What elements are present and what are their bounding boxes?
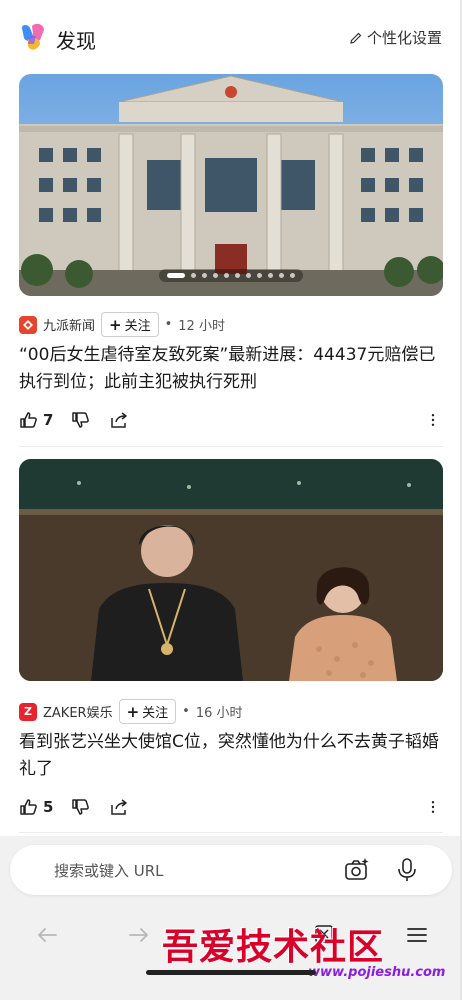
- news-meta-row: 九派新闻 + 关注 • 12 小时: [19, 312, 225, 337]
- search-input[interactable]: 搜索或键入 URL: [54, 860, 164, 881]
- jiupai-news-icon: [19, 315, 37, 334]
- divider: [19, 832, 443, 833]
- visual-search-camera-icon[interactable]: [344, 857, 370, 883]
- share-button[interactable]: [109, 410, 129, 430]
- news-image-courthouse[interactable]: [19, 74, 443, 296]
- news-source[interactable]: ZAKER娱乐: [43, 702, 113, 721]
- follow-label: 关注: [124, 319, 151, 334]
- carousel-dot[interactable]: [191, 273, 196, 278]
- settings-label: 个性化设置: [366, 29, 442, 47]
- page-title: 发现: [56, 29, 96, 53]
- watermark-url: www.pojieshu.com: [308, 965, 446, 980]
- dislike-button[interactable]: [71, 797, 91, 817]
- microphone-icon[interactable]: [395, 857, 419, 883]
- pencil-icon: [350, 32, 362, 44]
- carousel-dot[interactable]: [167, 273, 185, 278]
- zaker-icon: Z: [19, 702, 37, 721]
- forward-arrow-icon[interactable]: [126, 922, 152, 948]
- event-photo: [19, 459, 443, 681]
- follow-button[interactable]: + 关注: [118, 699, 177, 724]
- carousel-indicator: [19, 269, 443, 282]
- header: 发现 个性化设置: [0, 0, 462, 74]
- news-headline[interactable]: 看到张艺兴坐大使馆C位，突然懂他为什么不去黄子韬婚礼了: [19, 729, 445, 783]
- carousel-dot[interactable]: [202, 273, 207, 278]
- thumbs-down-icon: [72, 799, 90, 815]
- news-image-event[interactable]: [19, 459, 443, 681]
- address-bar[interactable]: 搜索或键入 URL: [10, 845, 452, 895]
- thumbs-up-icon: [20, 412, 37, 428]
- dislike-button[interactable]: [71, 410, 91, 430]
- share-icon: [111, 799, 128, 815]
- thumbs-up-icon: [20, 799, 37, 815]
- personalize-settings-button[interactable]: 个性化设置: [349, 27, 442, 48]
- like-button[interactable]: 7: [19, 410, 53, 430]
- news-time: 12 小时: [178, 319, 225, 334]
- more-vertical-icon: [431, 414, 435, 426]
- divider: [19, 446, 443, 447]
- follow-label: 关注: [142, 706, 169, 721]
- follow-button[interactable]: + 关注: [101, 312, 159, 337]
- carousel-dot[interactable]: [246, 273, 251, 278]
- carousel-dot[interactable]: [257, 273, 262, 278]
- share-icon: [111, 412, 128, 428]
- plus-icon: +: [126, 702, 140, 721]
- copilot-logo-icon: [22, 23, 44, 50]
- home-indicator[interactable]: [146, 970, 316, 975]
- like-count: 7: [43, 411, 54, 429]
- share-button[interactable]: [109, 797, 129, 817]
- news-time: 16 小时: [195, 706, 243, 721]
- news-actions: 5: [19, 793, 443, 821]
- more-options-button[interactable]: [425, 410, 441, 430]
- back-arrow-icon[interactable]: [34, 922, 60, 948]
- meta-separator: •: [182, 704, 190, 719]
- news-meta-row: Z ZAKER娱乐 + 关注 • 16 小时: [19, 699, 243, 724]
- like-count: 5: [43, 798, 54, 816]
- news-source[interactable]: 九派新闻: [43, 315, 95, 334]
- thumbs-down-icon: [72, 412, 90, 428]
- news-headline[interactable]: “00后女生虐待室友致死案”最新进展：44437元赔偿已执行到位；此前主犯被执行…: [19, 342, 445, 396]
- carousel-dot[interactable]: [235, 273, 240, 278]
- news-actions: 7: [19, 406, 443, 434]
- more-options-button[interactable]: [425, 797, 441, 817]
- carousel-dot[interactable]: [213, 273, 218, 278]
- site-watermark: 吾爱技术社区 www.pojieshu.com: [160, 918, 460, 988]
- carousel-dot[interactable]: [268, 273, 273, 278]
- carousel-dot[interactable]: [290, 273, 295, 278]
- watermark-title: 吾爱技术社区: [162, 926, 385, 968]
- carousel-dot[interactable]: [279, 273, 284, 278]
- more-vertical-icon: [431, 801, 435, 813]
- carousel-dot[interactable]: [224, 273, 229, 278]
- courthouse-photo: [19, 74, 443, 296]
- meta-separator: •: [164, 317, 173, 332]
- like-button[interactable]: 5: [19, 797, 53, 817]
- plus-icon: +: [109, 315, 122, 334]
